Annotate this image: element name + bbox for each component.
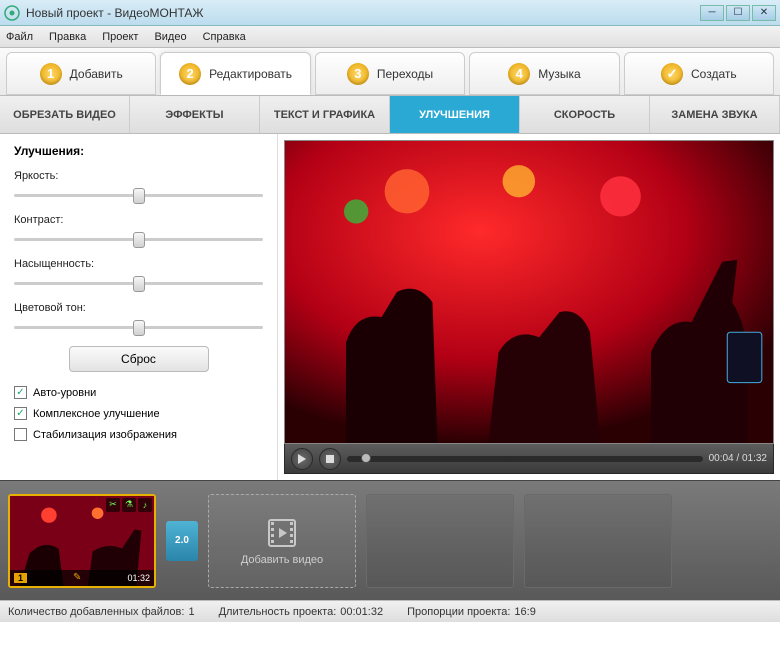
checkbox-icon: ✓: [14, 386, 27, 399]
timeline-empty-slot[interactable]: [366, 494, 514, 588]
timeline-clip-1[interactable]: ✂ ⚗ ♪ 1 ✎ 01:32: [8, 494, 156, 588]
step-tabs: 1 Добавить 2 Редактировать 3 Переходы 4 …: [0, 48, 780, 96]
status-aspect: Пропорции проекта:16:9: [407, 606, 536, 618]
scissors-icon: ✂: [106, 498, 120, 512]
step-label: Создать: [691, 67, 737, 81]
menu-file[interactable]: Файл: [6, 31, 33, 43]
play-button[interactable]: [291, 448, 313, 470]
menu-help[interactable]: Справка: [203, 31, 246, 43]
step-edit[interactable]: 2 Редактировать: [160, 52, 310, 95]
clip-effect-icons: ✂ ⚗ ♪: [106, 498, 152, 512]
subtab-crop[interactable]: ОБРЕЗАТЬ ВИДЕО: [0, 96, 130, 133]
main-content: Улучшения: Яркость: Контраст: Насыщеннос…: [0, 134, 780, 480]
checkbox-icon: ✓: [14, 407, 27, 420]
status-files: Количество добавленных файлов:1: [8, 606, 195, 618]
add-video-slot[interactable]: Добавить видео: [208, 494, 356, 588]
reset-button[interactable]: Сброс: [69, 346, 209, 372]
menubar: Файл Правка Проект Видео Справка: [0, 26, 780, 48]
auto-levels-checkbox[interactable]: ✓ Авто-уровни: [14, 386, 263, 399]
step-add[interactable]: 1 Добавить: [6, 52, 156, 95]
preview-pane: 00:04 / 01:32: [278, 134, 780, 480]
window-title: Новый проект - ВидеоМОНТАЖ: [26, 6, 698, 20]
edit-subtabs: ОБРЕЗАТЬ ВИДЕО ЭФФЕКТЫ ТЕКСТ И ГРАФИКА У…: [0, 96, 780, 134]
music-note-icon: ♪: [138, 498, 152, 512]
step-badge-check-icon: ✓: [661, 63, 683, 85]
step-transitions[interactable]: 3 Переходы: [315, 52, 465, 95]
brightness-label: Яркость:: [14, 170, 263, 182]
step-badge-2: 2: [179, 63, 201, 85]
subtab-effects[interactable]: ЭФФЕКТЫ: [130, 96, 260, 133]
status-bar: Количество добавленных файлов:1 Длительн…: [0, 600, 780, 622]
stabilization-checkbox[interactable]: Стабилизация изображения: [14, 428, 263, 441]
step-badge-3: 3: [347, 63, 369, 85]
maximize-button[interactable]: ☐: [726, 5, 750, 21]
saturation-label: Насыщенность:: [14, 258, 263, 270]
contrast-row: Контраст:: [14, 214, 263, 248]
progress-thumb[interactable]: [361, 453, 371, 463]
minimize-button[interactable]: ─: [700, 5, 724, 21]
step-label: Редактировать: [209, 67, 292, 81]
progress-bar[interactable]: [347, 456, 703, 462]
hue-row: Цветовой тон:: [14, 302, 263, 336]
step-label: Музыка: [538, 67, 580, 81]
pencil-icon[interactable]: ✎: [73, 572, 81, 583]
checkbox-label: Авто-уровни: [33, 387, 96, 399]
menu-edit[interactable]: Правка: [49, 31, 86, 43]
contrast-label: Контраст:: [14, 214, 263, 226]
menu-video[interactable]: Видео: [154, 31, 186, 43]
checkbox-icon: [14, 428, 27, 441]
brightness-slider[interactable]: [14, 186, 263, 204]
flask-icon: ⚗: [122, 498, 136, 512]
hue-label: Цветовой тон:: [14, 302, 263, 314]
titlebar: Новый проект - ВидеоМОНТАЖ ─ ☐ ✕: [0, 0, 780, 26]
step-badge-1: 1: [40, 63, 62, 85]
checkbox-label: Стабилизация изображения: [33, 429, 177, 441]
video-preview[interactable]: [284, 140, 774, 444]
add-video-label: Добавить видео: [241, 554, 323, 566]
enhance-panel: Улучшения: Яркость: Контраст: Насыщеннос…: [0, 134, 278, 480]
status-duration: Длительность проекта:00:01:32: [219, 606, 384, 618]
brightness-row: Яркость:: [14, 170, 263, 204]
film-icon: [265, 516, 299, 550]
step-label: Добавить: [70, 67, 123, 81]
time-display: 00:04 / 01:32: [709, 453, 767, 464]
step-badge-4: 4: [508, 63, 530, 85]
timeline: ✂ ⚗ ♪ 1 ✎ 01:32 2.0 Добавить видео: [0, 480, 780, 600]
saturation-slider[interactable]: [14, 274, 263, 292]
saturation-row: Насыщенность:: [14, 258, 263, 292]
panel-title: Улучшения:: [14, 144, 263, 158]
timeline-empty-slot[interactable]: [524, 494, 672, 588]
step-create[interactable]: ✓ Создать: [624, 52, 774, 95]
step-label: Переходы: [377, 67, 433, 81]
clip-index: 1: [14, 573, 27, 583]
player-controls: 00:04 / 01:32: [284, 444, 774, 474]
complex-enhance-checkbox[interactable]: ✓ Комплексное улучшение: [14, 407, 263, 420]
step-music[interactable]: 4 Музыка: [469, 52, 619, 95]
clip-footer: 1 ✎ 01:32: [10, 570, 154, 586]
subtab-audio[interactable]: ЗАМЕНА ЗВУКА: [650, 96, 780, 133]
stop-button[interactable]: [319, 448, 341, 470]
menu-project[interactable]: Проект: [102, 31, 138, 43]
hue-slider[interactable]: [14, 318, 263, 336]
app-icon: [4, 5, 20, 21]
clip-duration: 01:32: [127, 573, 150, 583]
subtab-speed[interactable]: СКОРОСТЬ: [520, 96, 650, 133]
transition-duration: 2.0: [175, 535, 189, 546]
preview-frame-icon: [285, 141, 773, 443]
contrast-slider[interactable]: [14, 230, 263, 248]
close-button[interactable]: ✕: [752, 5, 776, 21]
subtab-text[interactable]: ТЕКСТ И ГРАФИКА: [260, 96, 390, 133]
checkbox-label: Комплексное улучшение: [33, 408, 160, 420]
subtab-enhance[interactable]: УЛУЧШЕНИЯ: [390, 96, 520, 133]
transition-chip[interactable]: 2.0: [166, 521, 198, 561]
